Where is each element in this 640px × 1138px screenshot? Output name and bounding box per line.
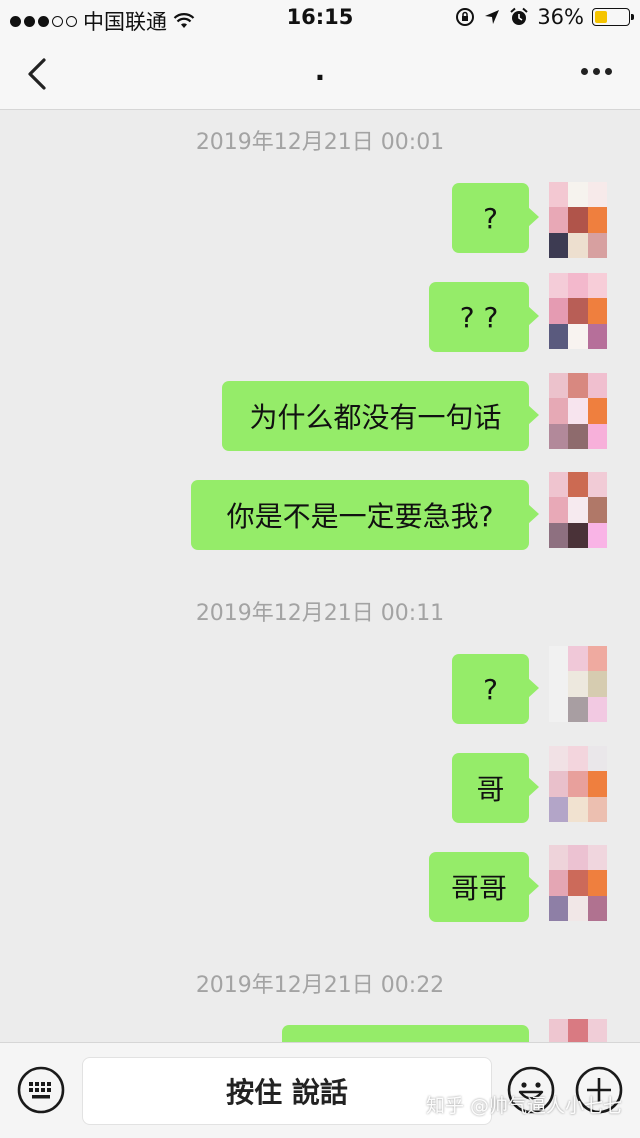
nav-bar: . <box>0 38 640 110</box>
timestamp: 2019年12月21日 00:22 <box>195 973 445 998</box>
watermark: 知乎 @帅气逼人小七七 <box>425 1095 622 1117</box>
avatar[interactable] <box>549 746 607 822</box>
message-bubble[interactable]: 哥 <box>452 753 539 823</box>
message-bubble[interactable]: ? <box>452 183 539 253</box>
battery-icon <box>592 8 634 26</box>
timestamp: 2019年12月21日 00:11 <box>195 601 445 626</box>
alarm-icon <box>510 7 528 25</box>
status-bar: 中国联通 16:15 36% <box>0 0 640 38</box>
status-right: 36% <box>455 5 634 29</box>
keyboard-icon[interactable] <box>16 1065 66 1115</box>
input-bar: 按住 說話 知乎 @帅气逼人小七七 <box>0 1042 640 1138</box>
avatar[interactable] <box>549 373 607 449</box>
timestamp: 2019年12月21日 00:01 <box>195 130 445 155</box>
message-bubble[interactable] <box>282 1025 529 1042</box>
avatar[interactable] <box>549 472 607 548</box>
battery-percent: 36% <box>537 5 584 29</box>
avatar[interactable] <box>549 1019 607 1042</box>
message-bubble[interactable]: 为什么都没有一句话 <box>222 381 539 451</box>
message-bubble[interactable]: ? ? <box>429 282 539 352</box>
message-bubble[interactable]: 哥哥 <box>429 852 539 922</box>
chat-area[interactable]: 2019年12月21日 00:01 ? ? ? 为什么都没有一句话 你是不是一定… <box>0 110 640 1042</box>
message-bubble[interactable]: 你是不是一定要急我? <box>191 480 539 550</box>
avatar[interactable] <box>549 273 607 349</box>
avatar[interactable] <box>549 845 607 921</box>
more-dots-icon[interactable] <box>581 68 612 75</box>
message-bubble[interactable]: ? <box>452 654 539 724</box>
location-arrow-icon <box>485 10 500 24</box>
chat-title: . <box>314 54 326 87</box>
avatar[interactable] <box>549 646 607 722</box>
lock-rotation-icon <box>456 8 475 26</box>
avatar[interactable] <box>549 182 607 258</box>
